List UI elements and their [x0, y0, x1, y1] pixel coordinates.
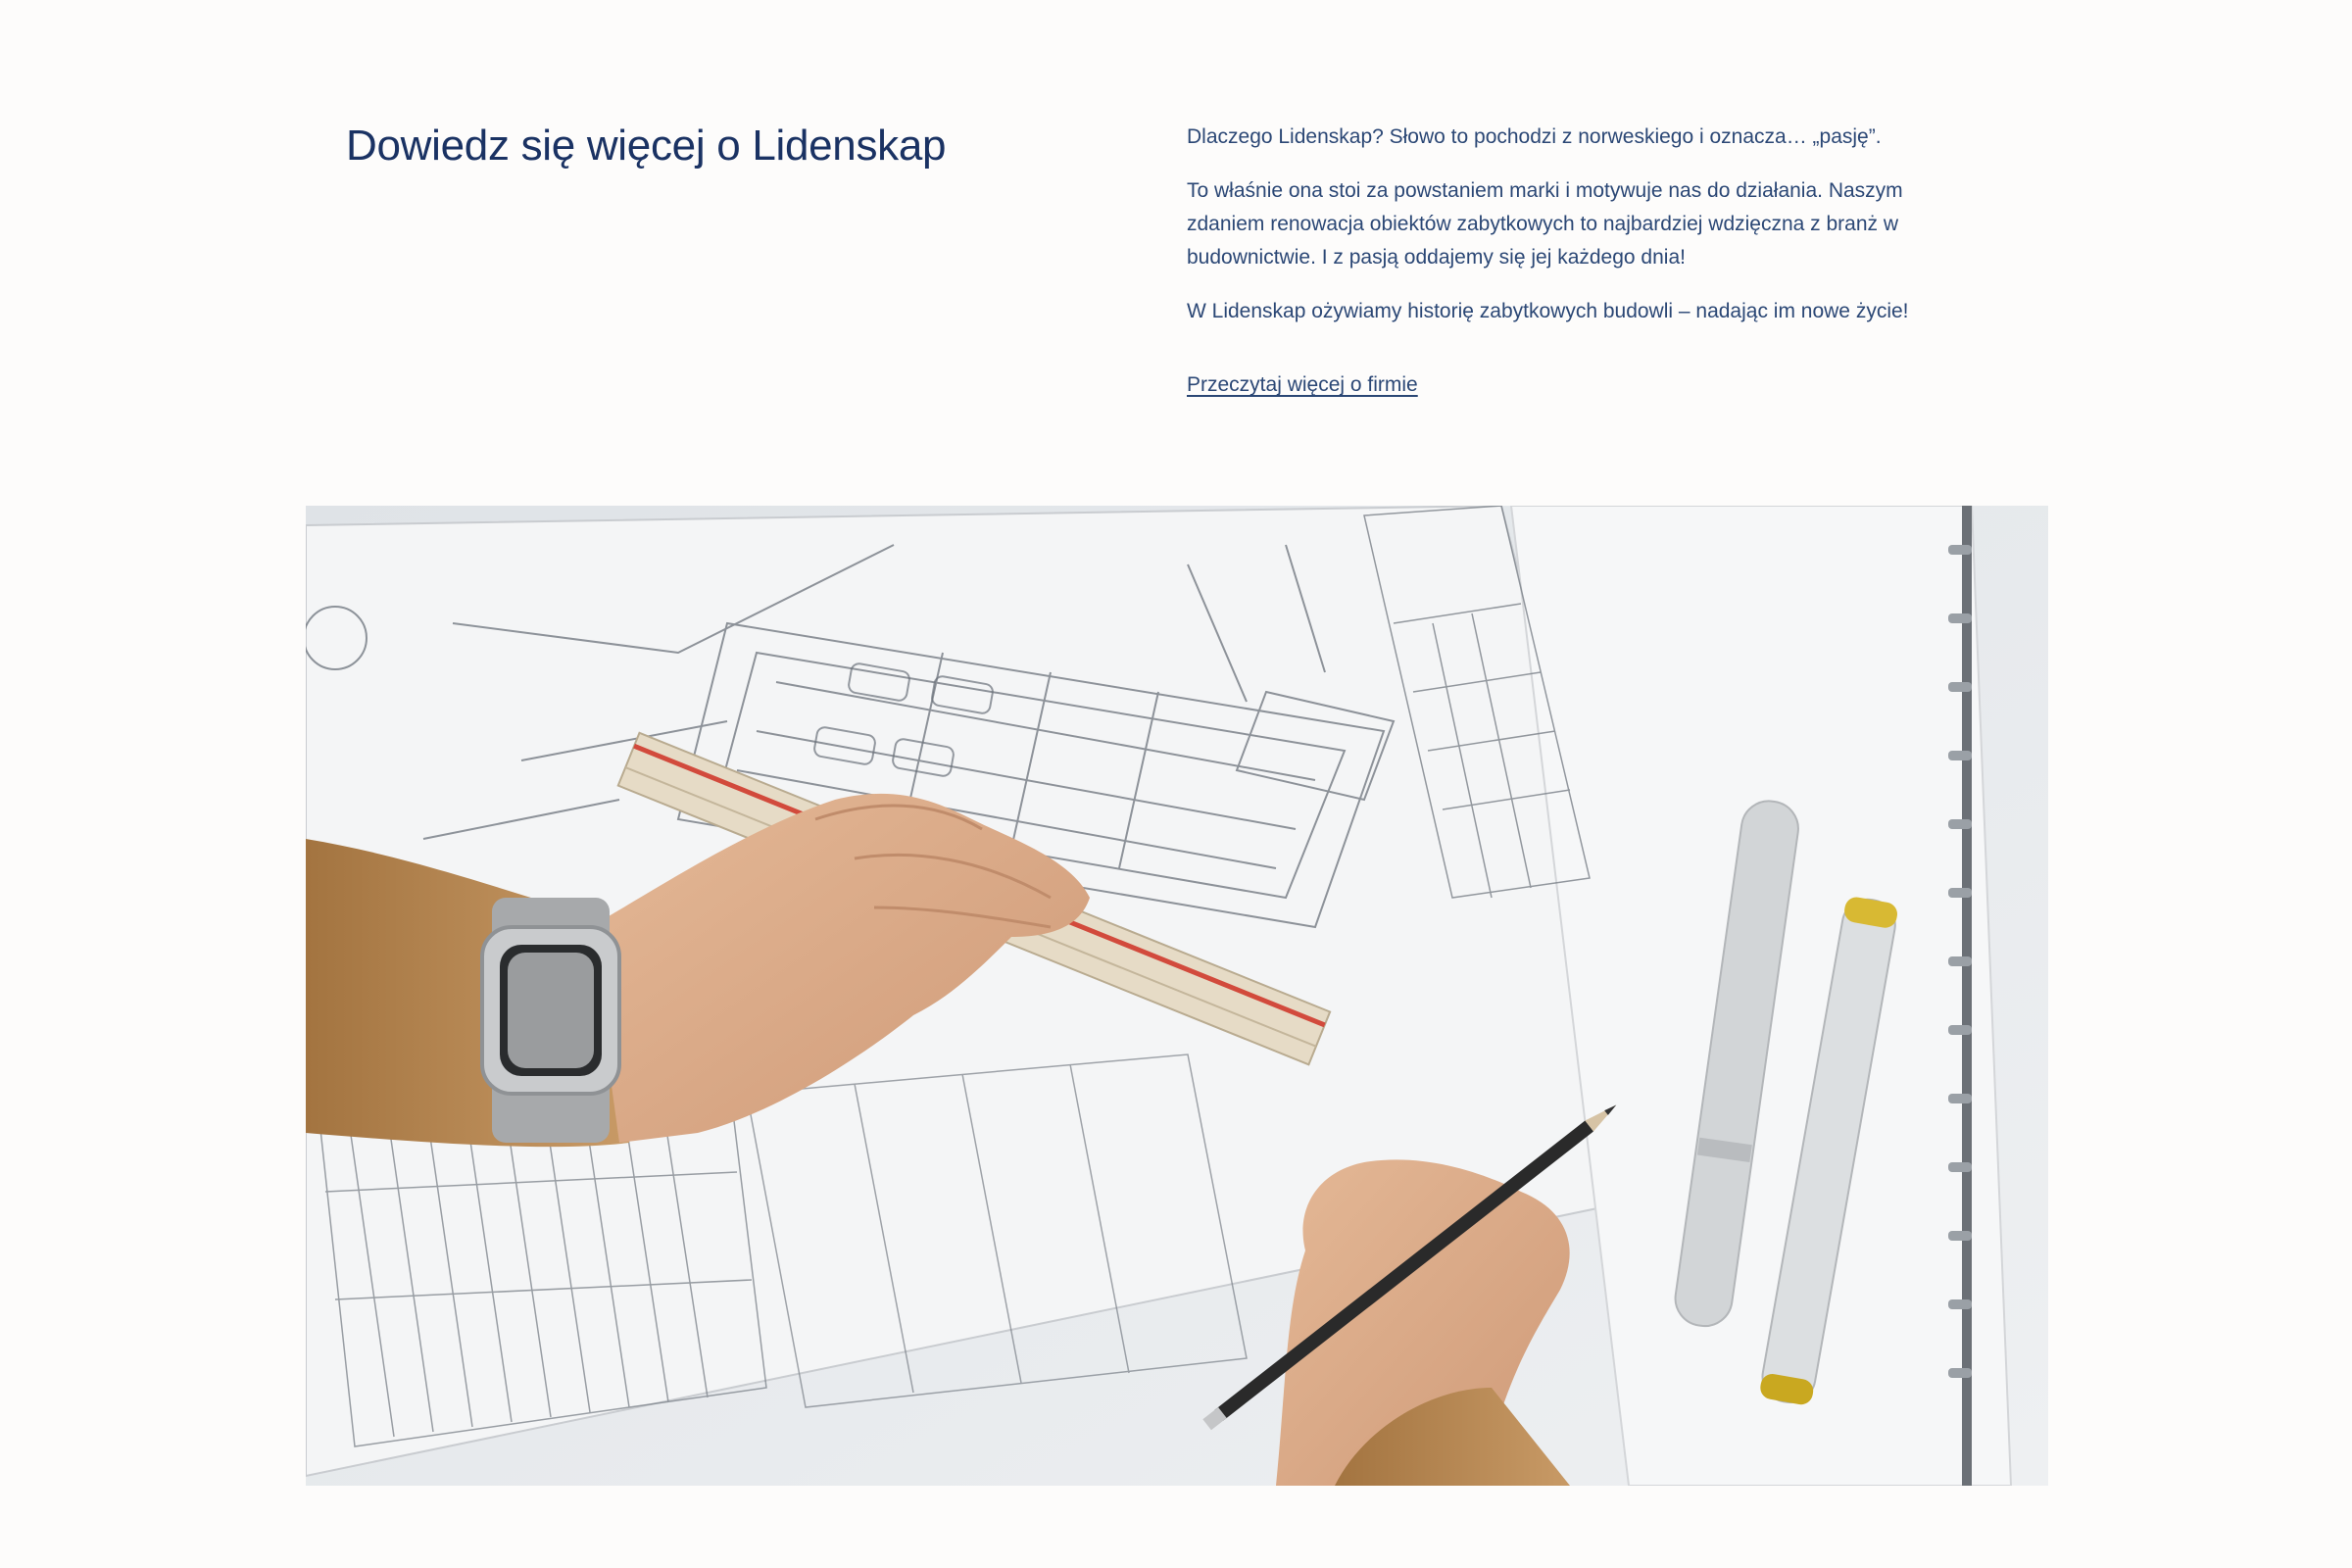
read-more-link[interactable]: Przeczytaj więcej o firmie — [1187, 368, 1418, 402]
about-paragraph-3: W Lidenskap ożywiamy historię zabytkowyc… — [1187, 300, 1909, 322]
about-paragraph-2: To właśnie ona stoi za powstaniem marki … — [1187, 179, 1903, 269]
about-copy: Dlaczego Lidenskap? Słowo to pochodzi z … — [1187, 121, 1971, 402]
about-paragraph-1: Dlaczego Lidenskap? Słowo to pochodzi z … — [1187, 125, 1882, 148]
about-section: Dowiedz się więcej o Lidenskap Dlaczego … — [0, 0, 2352, 490]
blueprint-photo — [306, 506, 2048, 1486]
section-heading: Dowiedz się więcej o Lidenskap — [346, 122, 947, 170]
